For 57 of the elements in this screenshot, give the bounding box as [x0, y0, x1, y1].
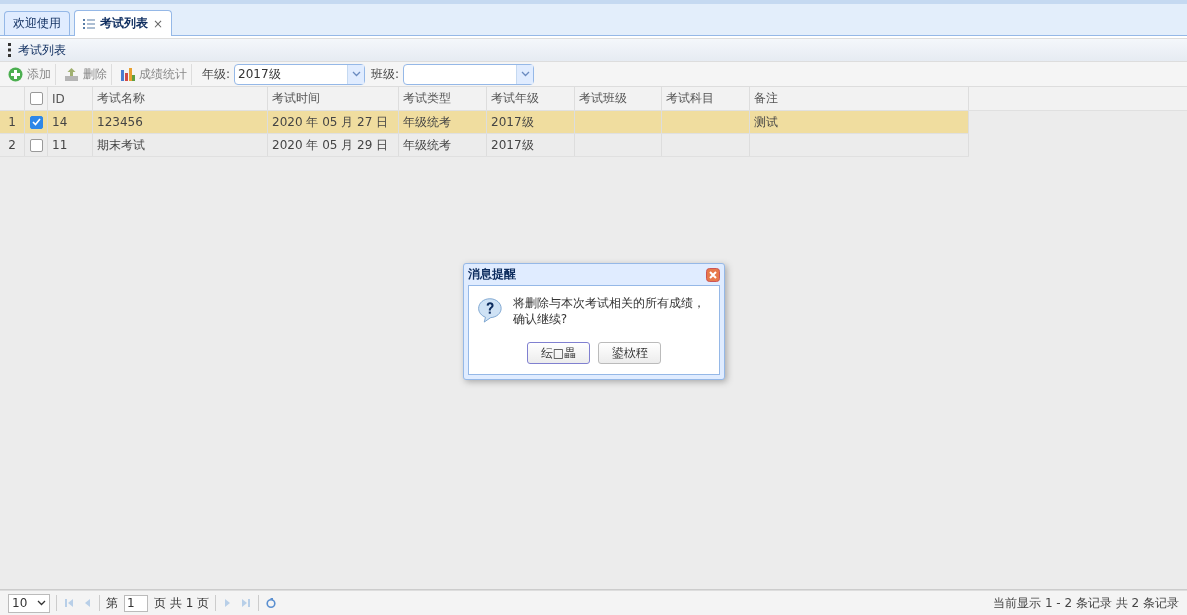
checkbox[interactable] — [29, 115, 43, 129]
filter-label: 班级: — [371, 65, 400, 83]
last-page-icon — [240, 597, 253, 609]
table-cell: 期末考试 — [93, 134, 268, 156]
dropdown[interactable] — [403, 63, 535, 85]
table-cell: 14 — [48, 111, 93, 133]
check-icon — [31, 118, 41, 126]
row-number: 2 — [0, 134, 25, 156]
table-cell: 年级统考 — [399, 134, 487, 156]
dropdown[interactable]: 2017级 — [234, 63, 366, 85]
tab-label: 考试列表 — [100, 15, 148, 32]
dialog-button[interactable]: 纭□畾 — [527, 342, 590, 364]
filter-label: 年级: — [202, 65, 231, 83]
column-header: 考试年级 — [487, 87, 575, 110]
checkbox[interactable] — [29, 92, 43, 105]
table-cell: 年级统考 — [399, 111, 487, 133]
page-label: 第 — [106, 594, 118, 612]
bar-chart-icon — [120, 66, 135, 82]
caret-icon — [520, 71, 530, 77]
column-header: 考试类型 — [399, 87, 487, 110]
row-number: 1 — [0, 111, 25, 133]
tab[interactable]: 考试列表 × — [74, 10, 173, 36]
dialog-button[interactable]: 鍙栨秷 — [598, 342, 661, 364]
table-cell: 2017级 — [487, 111, 575, 133]
refresh-icon — [265, 597, 278, 609]
table-cell: 2020 年 05 月 27 日 — [268, 111, 399, 133]
checkbox[interactable] — [29, 138, 43, 152]
dialog-title: 消息提醒 — [468, 266, 516, 283]
caret-icon — [37, 600, 46, 606]
panel-title: 考试列表 — [18, 41, 66, 59]
table-cell: 测试 — [750, 111, 969, 133]
delete-icon — [64, 66, 79, 82]
caret-icon — [351, 71, 361, 77]
first-page-icon — [63, 597, 75, 609]
add-icon — [8, 66, 23, 82]
column-header: ID — [48, 87, 93, 110]
column-header: 考试班级 — [575, 87, 662, 110]
column-header: 考试科目 — [662, 87, 750, 110]
add-button[interactable]: 添加 — [4, 63, 56, 85]
column-header: 考试名称 — [93, 87, 268, 110]
table-cell: 123456 — [93, 111, 268, 133]
table-cell: 2020 年 05 月 29 日 — [268, 134, 399, 156]
close-icon[interactable]: × — [153, 16, 164, 31]
grip-icon — [8, 43, 12, 57]
list-icon — [83, 17, 95, 30]
tab[interactable]: 欢迎使用 — [4, 11, 70, 35]
page-total: 页 共 1 页 — [154, 594, 210, 612]
table-cell: 11 — [48, 134, 93, 156]
delete-button[interactable]: 删除 — [60, 63, 112, 85]
page-input[interactable]: 1 — [124, 594, 148, 612]
tab-label: 欢迎使用 — [13, 15, 61, 32]
table-cell: 2017级 — [487, 134, 575, 156]
page-size-select[interactable]: 10 — [8, 593, 50, 613]
column-header: 考试时间 — [268, 87, 399, 110]
dialog-message: 将删除与本次考试相关的所有成绩，确认继续? — [512, 295, 706, 327]
close-icon — [706, 267, 720, 282]
record-status: 当前显示 1 - 2 条记录 共 2 条记录 — [993, 594, 1179, 612]
